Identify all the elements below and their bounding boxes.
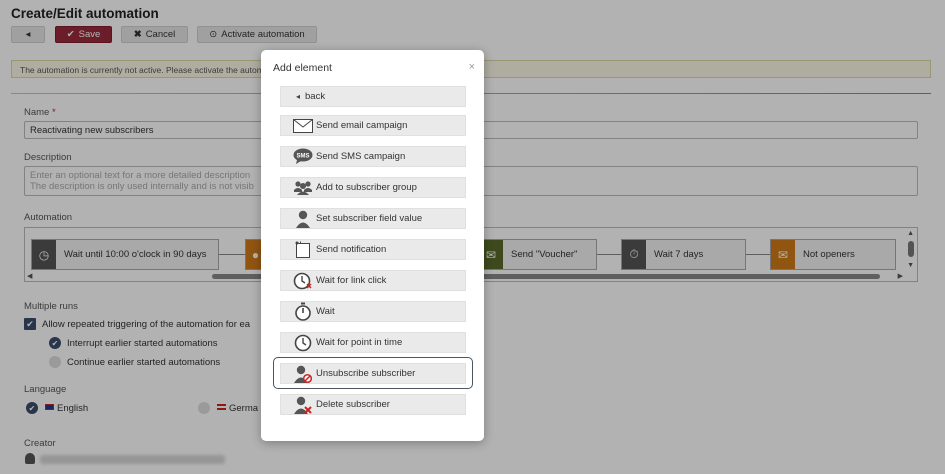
clock-link-icon — [292, 271, 314, 290]
option-wait[interactable]: Wait — [280, 301, 466, 322]
svg-text:SMS: SMS — [296, 154, 309, 160]
option-add-to-subscriber-group[interactable]: Add to subscriber group — [280, 177, 466, 198]
option-send-sms-campaign[interactable]: SMS Send SMS campaign — [280, 146, 466, 167]
option-send-email-campaign[interactable]: Send email campaign — [280, 115, 466, 136]
clock-icon — [292, 333, 314, 352]
focused-option-outline — [273, 357, 473, 389]
envelope-icon — [292, 116, 314, 135]
notification-icon — [292, 240, 314, 259]
user-icon — [292, 209, 314, 228]
chevron-left-icon: ◂ — [295, 92, 300, 101]
user-delete-icon — [292, 395, 314, 414]
option-wait-for-link-click[interactable]: Wait for link click — [280, 270, 466, 291]
sms-icon: SMS — [292, 147, 314, 166]
add-element-dialog: Add element × ◂ back Send email campaign… — [261, 50, 484, 441]
stopwatch-icon — [292, 302, 314, 321]
option-delete-subscriber[interactable]: Delete subscriber — [280, 394, 466, 415]
option-send-notification[interactable]: Send notification — [280, 239, 466, 260]
group-icon — [292, 178, 314, 197]
close-icon[interactable]: × — [469, 61, 475, 73]
option-wait-for-point-in-time[interactable]: Wait for point in time — [280, 332, 466, 353]
option-set-subscriber-field-value[interactable]: Set subscriber field value — [280, 208, 466, 229]
option-back[interactable]: ◂ back — [280, 86, 466, 107]
dialog-title: Add element — [273, 62, 332, 74]
